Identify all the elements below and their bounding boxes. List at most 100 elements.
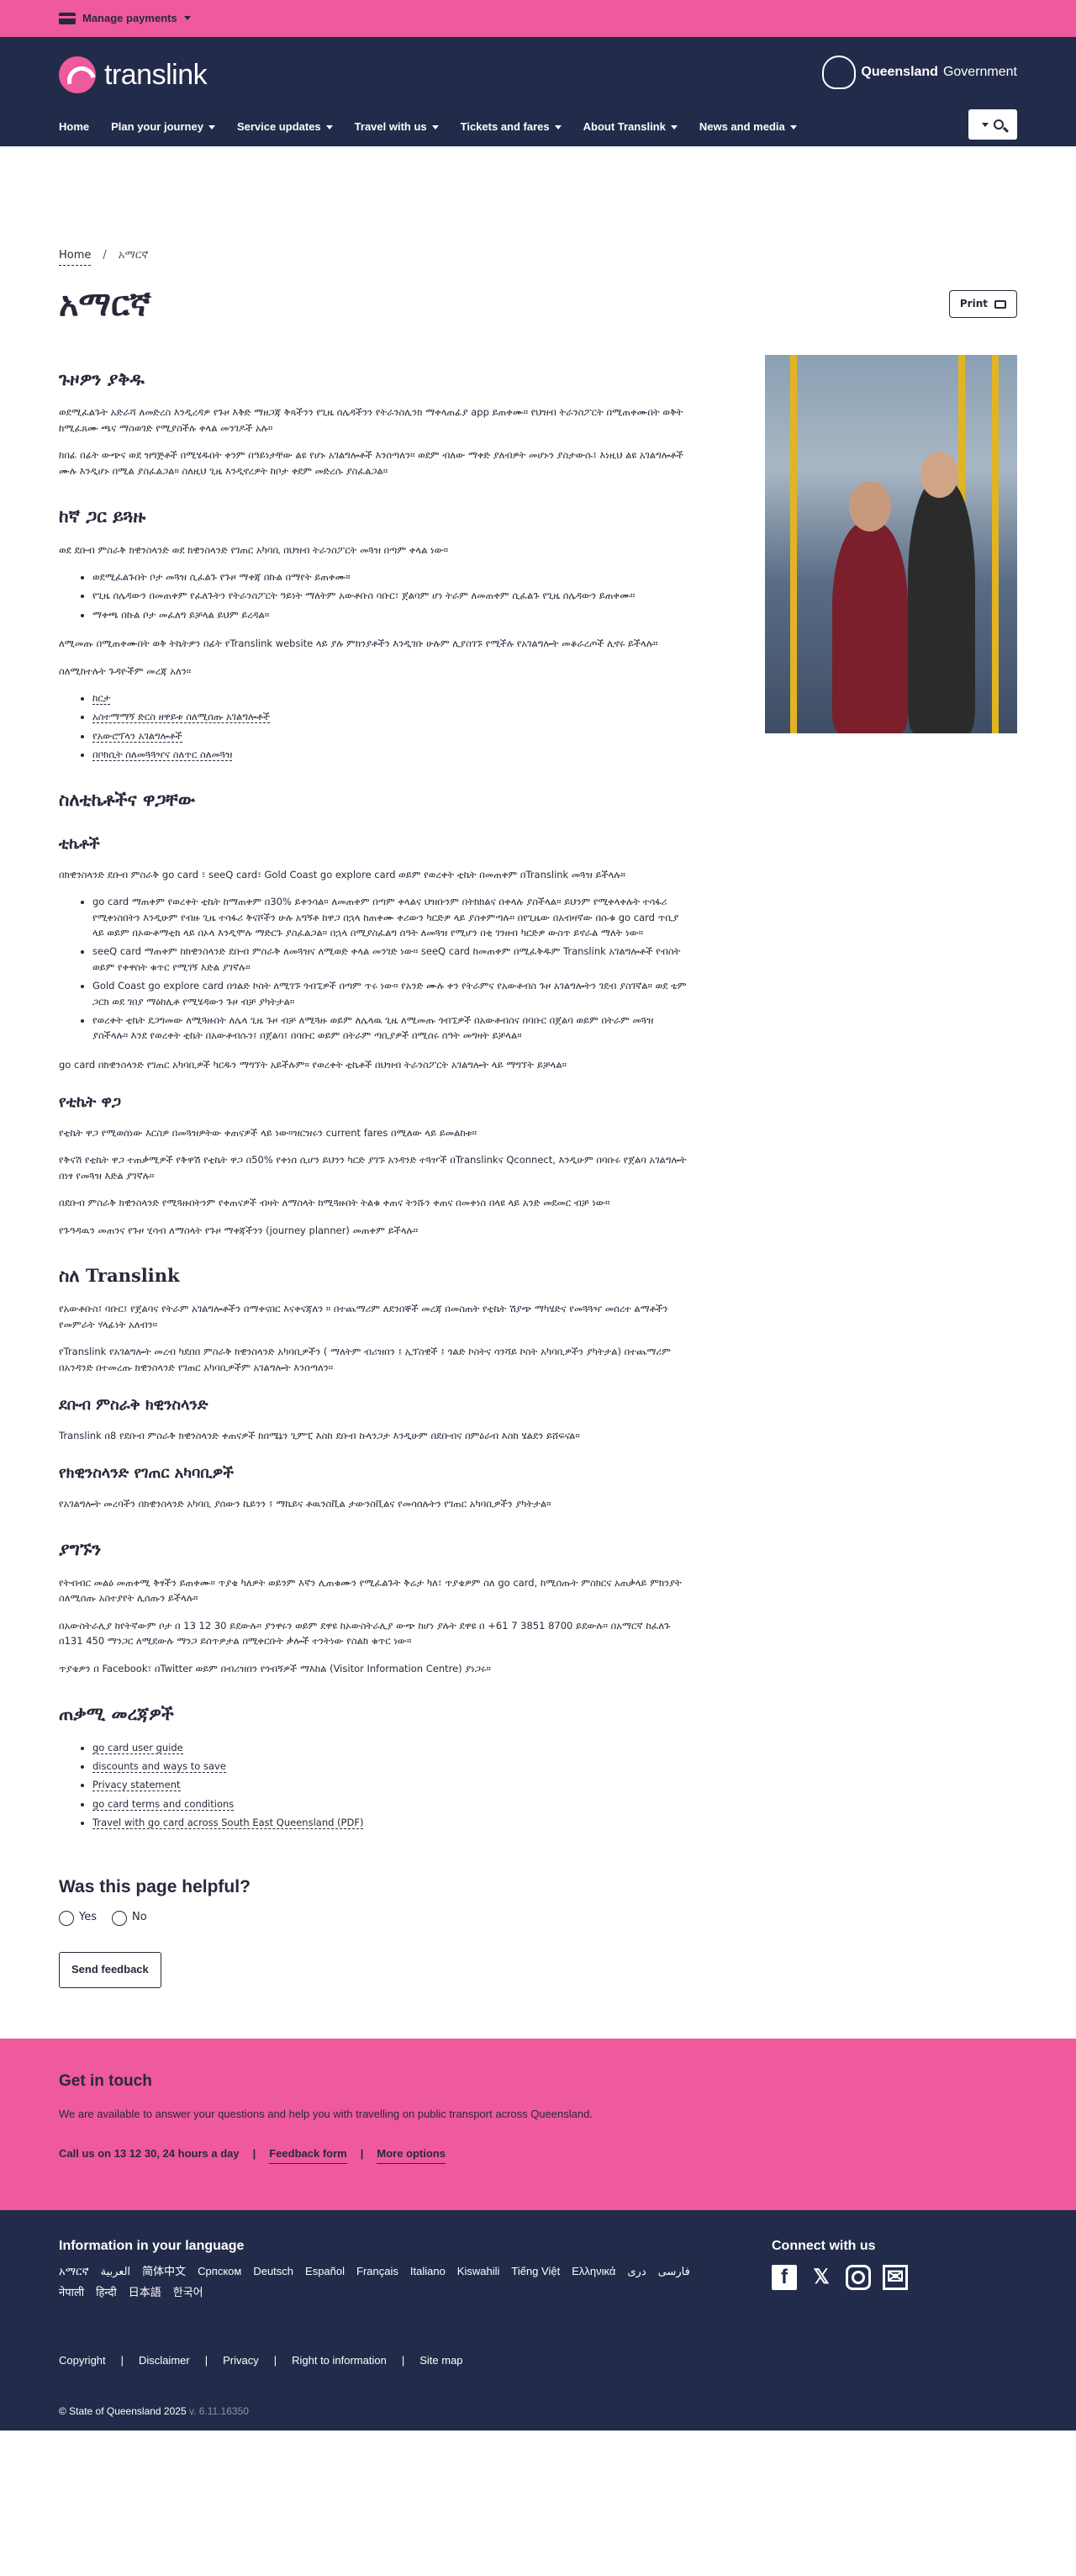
paragraph: በደቡብ ምስራቅ ክዊንስላንድ የሚጓዙበትንም የቀጠናዎች ብዛት ለማ… xyxy=(59,1197,610,1209)
nav-tickets-and-fares[interactable]: Tickets and fares xyxy=(461,119,562,136)
search-button[interactable] xyxy=(968,109,1017,140)
subsection-heading: የቲኬት ዋጋ xyxy=(59,1093,122,1112)
get-in-touch: Get in touch We are available to answer … xyxy=(0,2038,1076,2210)
useful-link[interactable]: discounts and ways to save xyxy=(92,1759,226,1773)
nav-service-updates[interactable]: Service updates xyxy=(237,119,333,136)
logo-text: translink xyxy=(104,59,208,91)
paragraph: ስለሚከተሉት ጉዳዮችም መረጃ አለን። xyxy=(59,664,192,677)
list-item: የአውሮፕላን አገልግሎቶች xyxy=(92,728,688,743)
nav-plan-your-journey[interactable]: Plan your journey xyxy=(111,119,215,136)
lang-link[interactable]: 日本語 xyxy=(129,2284,161,2302)
lang-link[interactable]: 한국어 xyxy=(173,2284,203,2302)
radio-circle[interactable] xyxy=(112,1910,127,1926)
radio-yes[interactable]: Yes xyxy=(59,1909,97,1927)
lang-link[interactable]: العربية xyxy=(101,2263,131,2281)
print-button[interactable]: Print xyxy=(948,290,1017,319)
lang-link[interactable]: Tiếng Việt xyxy=(511,2263,560,2281)
paragraph: ጥያቄዎን በ Facebook፣ በTwitter ወይም በብሪዝበን የጎ… xyxy=(59,1662,491,1674)
sitemap-link[interactable]: Site map xyxy=(419,2352,462,2370)
useful-link[interactable]: Privacy statement xyxy=(92,1779,181,1792)
radio-circle[interactable] xyxy=(59,1910,74,1926)
instagram-icon[interactable] xyxy=(846,2265,871,2291)
x-twitter-icon[interactable]: 𝕏 xyxy=(809,2265,834,2290)
subsection-heading: የክዊንስላንድ የገጠር አካባቢዎች xyxy=(59,1464,234,1483)
privacy-link[interactable]: Privacy xyxy=(223,2352,259,2370)
disclaimer-link[interactable]: Disclaimer xyxy=(139,2352,190,2370)
breadcrumb-separator: / xyxy=(103,249,107,262)
connect-section: Connect with us f 𝕏 ✉ xyxy=(772,2235,908,2291)
lang-link[interactable]: Ελληνικά xyxy=(572,2263,615,2281)
chevron-down-icon xyxy=(183,16,191,21)
paragraph: የትብብር መልዕ መጠቀሚ ቅፃችን ይጠቀሙ። ጥያቄ ካለዎት ወይንም … xyxy=(59,1577,682,1605)
send-feedback-button[interactable]: Send feedback xyxy=(59,1951,161,1988)
qgov-bold: Queensland xyxy=(861,65,938,80)
call-us-text[interactable]: Call us on 13 12 30, 24 hours a day xyxy=(59,2145,240,2164)
list-item: አስተማማኝ ድርስ ዘዋይቱ ስለሚሰጡ አገልግሎቶች xyxy=(92,709,688,724)
list-item: Privacy statement xyxy=(92,1777,688,1792)
info-link[interactable]: የአውሮፕላን አገልግሎቶች xyxy=(92,729,182,743)
section-heading: ጠቃሚ መረጃዎች xyxy=(59,1702,174,1724)
lang-link[interactable]: Српском xyxy=(198,2263,241,2281)
touch-title: Get in touch xyxy=(59,2071,152,2090)
lang-link[interactable]: Français xyxy=(356,2263,398,2281)
lang-link[interactable]: Italiano xyxy=(410,2263,446,2281)
site-footer: Information in your language አማርኛ العربي… xyxy=(0,2209,1076,2431)
lang-link[interactable]: فارسی xyxy=(658,2263,690,2281)
info-link[interactable]: በቦክሲት ስለመጓጓዣና ስለጥር ስለመጓዝ xyxy=(92,748,233,762)
nav-tickets-label: Tickets and fares xyxy=(460,120,550,134)
paragraph: ለሚመጡ በሚጠቀሙበት ወቅ ትኬትዎን በፊት የTranslink web… xyxy=(59,637,658,650)
main-content: Home / አማርኛ አማርኛ Print ጉዞዎን ያቅዱ ወደሚፈልጉት … xyxy=(59,146,1017,1988)
list-item: go card ማጠቀም የወረቀት ቲኬት ከማጠቀም በ30% ይቀንሳል።… xyxy=(92,894,688,940)
chevron-down-icon xyxy=(431,125,439,130)
lang-link[interactable]: አማርኛ xyxy=(59,2263,89,2281)
nav-travel-with-us[interactable]: Travel with us xyxy=(355,119,439,136)
subsection-heading: ደቡብ ምስራቅ ክዊንስላንድ xyxy=(59,1396,208,1415)
paragraph: የአውቶቡስ፤ ባቡር፤ የጀልባና የትራም አገልግሎቶችን በማቀናበር … xyxy=(59,1303,668,1330)
useful-links-list: go card user guide discounts and ways to… xyxy=(92,1740,688,1831)
printer-icon xyxy=(994,299,1006,309)
list-item: go card terms and conditions xyxy=(92,1796,688,1812)
list-item: seeQ card ማጠቀም ከክዊንስላንድ ደቡብ ምስራቅ ለመጓዝና ለ… xyxy=(92,944,688,975)
lang-link[interactable]: नेपाली xyxy=(59,2284,84,2302)
translink-logo[interactable]: translink xyxy=(59,52,208,98)
lang-link[interactable]: हिन्दी xyxy=(96,2284,117,2302)
lang-link[interactable]: دری xyxy=(627,2263,646,2281)
lang-link[interactable]: Deutsch xyxy=(253,2263,293,2281)
copyright-link[interactable]: Copyright xyxy=(59,2352,106,2370)
nav-service-label: Service updates xyxy=(236,120,321,134)
paragraph: Translink በ8 የደቡብ ምስራቅ ክዊንስላንድ ቀጠናዎች ከበሜ… xyxy=(59,1429,580,1441)
info-link[interactable]: ከርታ xyxy=(92,691,111,705)
lang-link[interactable]: 简体中文 xyxy=(142,2263,186,2281)
queensland-government-logo[interactable]: Queensland Government xyxy=(822,56,1017,89)
connect-title: Connect with us xyxy=(772,2238,876,2253)
useful-link[interactable]: Travel with go card across South East Qu… xyxy=(92,1817,364,1830)
useful-link[interactable]: go card terms and conditions xyxy=(92,1797,235,1811)
facebook-icon[interactable]: f xyxy=(772,2265,797,2291)
breadcrumb-home[interactable]: Home xyxy=(59,247,92,266)
feedback-form-link[interactable]: Feedback form xyxy=(269,2145,347,2164)
chevron-down-icon xyxy=(982,122,989,127)
radio-no-label: No xyxy=(132,1911,147,1924)
info-link[interactable]: አስተማማኝ ድርስ ዘዋይቱ ስለሚሰጡ አገልግሎቶች xyxy=(92,711,271,724)
useful-link[interactable]: go card user guide xyxy=(92,1741,183,1754)
list-item: Travel with go card across South East Qu… xyxy=(92,1815,688,1830)
top-bar: Manage payments xyxy=(0,0,1076,37)
main-nav: Home Plan your journey Service updates T… xyxy=(59,119,797,136)
list-item: discounts and ways to save xyxy=(92,1759,688,1774)
more-options-link[interactable]: More options xyxy=(377,2145,446,2164)
list-item: የጊዜ ሰሌዳውን በመጠቀም የፈለጉትን የትራንስፖርት ዓይነት ማለት… xyxy=(92,588,688,603)
rti-link[interactable]: Right to information xyxy=(292,2352,387,2370)
lang-link[interactable]: Español xyxy=(305,2263,345,2281)
travel-list: ወደሚፈልጉበት ቦታ መጓዝ ሲፈልጉ የጉዞ ማቀጃ በኩል በማየት ይጠ… xyxy=(92,569,688,622)
manage-payments-button[interactable]: Manage payments xyxy=(59,10,191,28)
lang-link[interactable]: Kiswahili xyxy=(457,2263,500,2281)
nav-news-and-media[interactable]: News and media xyxy=(699,119,797,136)
email-icon[interactable]: ✉ xyxy=(883,2265,908,2291)
site-header: translink Queensland Government Home Pla… xyxy=(0,37,1076,146)
paragraph: go card በክዊንስላንድ የገጠር አካባቢዎች ካርዱን ማግኘት አ… xyxy=(59,1058,567,1071)
paragraph: ወደ ደቡብ ምስራቅ ክዊንስላንድ ወደ ክዊንስላንድ የገጠር አካባቢ… xyxy=(59,543,449,556)
nav-home[interactable]: Home xyxy=(59,119,89,136)
nav-about-translink[interactable]: About Translink xyxy=(583,119,678,136)
radio-no[interactable]: No xyxy=(112,1909,147,1927)
article-body: ጉዞዎን ያቅዱ ወደሚፈልጉት አድራሻ ለመድረስ እንዲረዳዎ የጉዞ እ… xyxy=(59,365,688,1988)
